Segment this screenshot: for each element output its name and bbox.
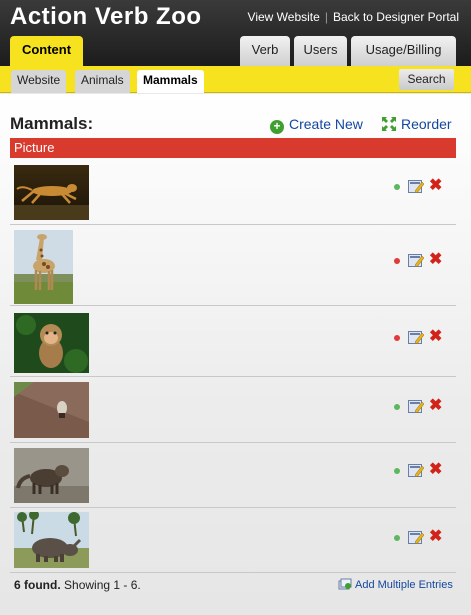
reorder-arrows-icon	[382, 117, 396, 131]
delete-icon[interactable]: ✖	[429, 461, 442, 479]
link-separator: |	[324, 10, 328, 24]
row-actions: ✖	[394, 177, 452, 195]
top-header: Action Verb Zoo View Website | Back to Des…	[0, 0, 471, 67]
column-header-picture[interactable]: Picture	[10, 138, 456, 158]
add-multiple-icon	[338, 578, 352, 590]
reorder-link[interactable]: Reorder	[381, 116, 452, 132]
mongoose-thumbnail[interactable]	[14, 448, 89, 503]
status-active-icon[interactable]	[394, 535, 400, 541]
edit-icon[interactable]	[408, 399, 424, 414]
app-title: Action Verb Zoo	[10, 3, 202, 30]
showing-range: Showing 1 - 6.	[64, 578, 141, 592]
back-to-portal-link[interactable]: Back to Designer Portal	[333, 10, 459, 24]
tab-usage-billing[interactable]: Usage/Billing	[351, 36, 456, 66]
edit-icon[interactable]	[408, 530, 424, 545]
table-row: ✖	[10, 306, 456, 377]
found-count: 6 found.	[14, 578, 61, 592]
edit-icon[interactable]	[408, 463, 424, 478]
status-inactive-icon[interactable]	[394, 335, 400, 341]
sub-navigation: Website Animals Mammals Search	[0, 66, 471, 93]
tab-users[interactable]: Users	[294, 36, 347, 66]
table-row: ✖	[10, 443, 456, 508]
row-actions: ✖	[394, 251, 452, 269]
giraffe-thumbnail[interactable]	[14, 230, 73, 304]
table-row: ✖	[10, 225, 456, 306]
row-actions: ✖	[394, 461, 452, 479]
table-row: ✖	[10, 377, 456, 443]
delete-icon[interactable]: ✖	[429, 328, 442, 346]
status-inactive-icon[interactable]	[394, 258, 400, 264]
row-actions: ✖	[394, 397, 452, 415]
row-actions: ✖	[394, 528, 452, 546]
status-active-icon[interactable]	[394, 468, 400, 474]
page-title: Mammals:	[10, 114, 94, 133]
plus-circle-icon: +	[270, 120, 284, 134]
animal-on-road-thumbnail[interactable]	[14, 382, 89, 438]
edit-icon[interactable]	[408, 330, 424, 345]
view-website-link[interactable]: View Website	[248, 10, 320, 24]
row-actions: ✖	[394, 328, 452, 346]
delete-icon[interactable]: ✖	[429, 397, 442, 415]
status-active-icon[interactable]	[394, 184, 400, 190]
subtab-animals[interactable]: Animals	[75, 70, 130, 93]
add-multiple-entries-link[interactable]: Add Multiple Entries	[338, 578, 453, 591]
results-count: 6 found. Showing 1 - 6.	[14, 578, 141, 592]
create-new-link[interactable]: + Create New	[270, 116, 363, 134]
tab-content[interactable]: Content	[10, 36, 83, 67]
add-multiple-label: Add Multiple Entries	[355, 579, 453, 591]
subtab-mammals[interactable]: Mammals	[137, 70, 204, 93]
delete-icon[interactable]: ✖	[429, 177, 442, 195]
cheetah-thumbnail[interactable]	[14, 165, 89, 220]
delete-icon[interactable]: ✖	[429, 528, 442, 546]
content-panel: Mammals: + Create New Reorder Picture ✖	[0, 94, 471, 615]
search-button[interactable]: Search	[399, 69, 454, 90]
rhinoceros-thumbnail[interactable]	[14, 512, 89, 568]
edit-icon[interactable]	[408, 253, 424, 268]
delete-icon[interactable]: ✖	[429, 251, 442, 269]
reorder-label: Reorder	[401, 116, 452, 132]
table-row: ✖	[10, 159, 456, 225]
table-row: ✖	[10, 508, 456, 573]
create-new-label: Create New	[289, 116, 363, 132]
header-links: View Website | Back to Designer Portal	[248, 10, 459, 24]
subtab-website[interactable]: Website	[11, 70, 67, 93]
status-active-icon[interactable]	[394, 404, 400, 410]
edit-icon[interactable]	[408, 179, 424, 194]
tab-verb[interactable]: Verb	[240, 36, 290, 66]
monkey-thumbnail[interactable]	[14, 313, 89, 373]
